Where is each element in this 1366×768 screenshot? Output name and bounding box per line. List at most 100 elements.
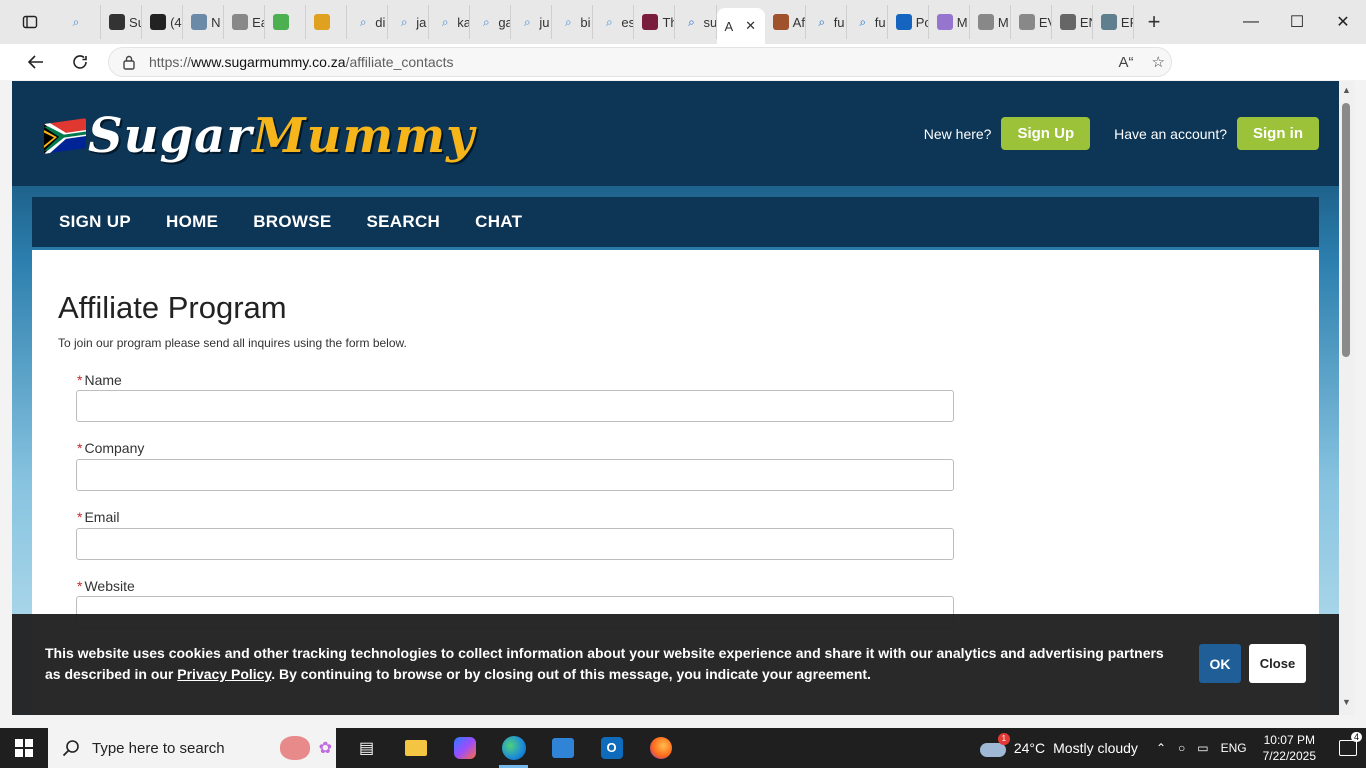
nav-signup[interactable]: SIGN UP	[59, 212, 131, 232]
browser-tab[interactable]: ⌕ ju	[511, 5, 553, 39]
browser-tab[interactable]: N	[183, 5, 225, 39]
browser-tab[interactable]: ⌕ ka	[429, 5, 471, 39]
cookie-text-after: . By continuing to browse or by closing …	[271, 666, 871, 682]
browser-tab[interactable]: (4	[142, 5, 184, 39]
logo-text-mummy: Mummy	[252, 108, 476, 164]
nav-browse[interactable]: BROWSE	[253, 212, 331, 232]
windows-taskbar: Type here to search ✿ ▤ O 1 24°C Mostly …	[0, 728, 1366, 768]
cookie-message: This website uses cookies and other trac…	[45, 643, 1175, 685]
browser-tab[interactable]: Po	[888, 5, 929, 39]
browser-tab[interactable]: EN	[1052, 5, 1093, 39]
tab-label: Po	[915, 14, 928, 30]
browser-tab[interactable]: EF	[1093, 5, 1134, 39]
openai-icon	[109, 14, 126, 30]
clock-time: 10:07 PM	[1263, 733, 1315, 747]
scroll-down-icon[interactable]: ▼	[1339, 697, 1354, 711]
privacy-policy-link[interactable]: Privacy Policy	[177, 666, 271, 682]
tab-label: Su	[129, 14, 141, 30]
browser-tab[interactable]: M	[929, 5, 970, 39]
cookie-ok-button[interactable]: OK	[1199, 644, 1241, 683]
browser-tab[interactable]: ⌕ di	[347, 5, 389, 39]
search-icon: ⌕	[565, 14, 572, 29]
battery-icon[interactable]: ▭	[1197, 741, 1208, 755]
tab-label: Th	[662, 14, 674, 30]
lock-icon[interactable]	[109, 54, 149, 70]
cookie-banner: This website uses cookies and other trac…	[12, 614, 1339, 715]
maximize-button[interactable]: ☐	[1274, 0, 1320, 44]
required-mark: *	[77, 372, 83, 388]
browser-tab[interactable]	[265, 5, 307, 39]
header-signup-button[interactable]: Sign Up	[1001, 117, 1091, 150]
scroll-up-icon[interactable]: ▲	[1339, 85, 1354, 99]
tab-label: M	[997, 14, 1009, 30]
plus-icon: +	[1147, 9, 1161, 34]
nav-search[interactable]: SEARCH	[367, 212, 441, 232]
browser-tab[interactable]: A ✕	[716, 8, 765, 44]
task-view-button[interactable]: ▤	[342, 728, 391, 768]
email-input[interactable]	[76, 528, 954, 560]
url-host: www.sugarmummy.co.za	[191, 54, 346, 70]
clock-date: 7/22/2025	[1262, 749, 1316, 763]
site-logo[interactable]: SugarMummy	[44, 101, 475, 171]
weather-badge: 1	[997, 733, 1010, 745]
name-input[interactable]	[76, 390, 954, 422]
nav-chat[interactable]: CHAT	[475, 212, 522, 232]
browser-tab[interactable]: ⌕ bi	[552, 5, 594, 39]
browser-tab[interactable]: EV	[1011, 5, 1052, 39]
tab-actions-button[interactable]	[0, 0, 60, 44]
browser-tab[interactable]: ⌕ fu	[847, 5, 888, 39]
chevron-up-icon[interactable]: ⌃	[1156, 741, 1166, 755]
browser-tab[interactable]: ⌕ fu	[806, 5, 847, 39]
tab-label: EN	[1079, 14, 1092, 30]
company-input[interactable]	[76, 459, 954, 491]
browser-tab[interactable]: ⌕ es	[593, 5, 635, 39]
notification-button[interactable]: 4	[1330, 732, 1366, 756]
firefox-taskbar-button[interactable]	[636, 728, 685, 768]
url-bar[interactable]: https://www.sugarmummy.co.za/affiliate_c…	[108, 47, 1172, 77]
cookie-close-button[interactable]: Close	[1249, 644, 1306, 683]
browser-tab[interactable]: ⌕	[60, 5, 102, 39]
browser-tab[interactable]: Ea	[224, 5, 266, 39]
taskbar-search[interactable]: Type here to search ✿	[48, 728, 336, 768]
tab-actions-icon	[22, 15, 38, 29]
search-icon: ⌕	[818, 14, 826, 29]
browser-tab[interactable]: ⌕ ja	[388, 5, 430, 39]
store-taskbar-button[interactable]	[538, 728, 587, 768]
url-text[interactable]: https://www.sugarmummy.co.za/affiliate_c…	[149, 54, 454, 70]
favorite-star-icon[interactable]: ☆	[1152, 53, 1165, 71]
language-indicator[interactable]: ENG	[1221, 741, 1247, 755]
back-button[interactable]	[14, 44, 58, 80]
network-icon[interactable]: ○	[1178, 741, 1185, 755]
edge-taskbar-button[interactable]	[489, 728, 538, 768]
close-tab-icon[interactable]: ✕	[745, 18, 756, 34]
start-button[interactable]	[0, 739, 48, 757]
scrollbar-thumb[interactable]	[1342, 103, 1350, 357]
url-prefix: https://	[149, 54, 192, 70]
windows-logo-icon	[15, 739, 33, 757]
read-aloud-icon[interactable]: A“	[1119, 54, 1134, 71]
required-mark: *	[77, 509, 83, 525]
page-scrollbar[interactable]: ▲ ▼	[1339, 81, 1354, 715]
close-window-button[interactable]: ✕	[1320, 0, 1366, 44]
browser-tab[interactable]: Su	[101, 5, 143, 39]
tab-label: Ea	[252, 14, 264, 30]
search-icon: ⌕	[482, 14, 490, 29]
tab-label: bi	[580, 14, 591, 30]
minimize-button[interactable]: —	[1228, 0, 1274, 44]
search-icon: ⌕	[859, 14, 867, 29]
outlook-taskbar-button[interactable]: O	[587, 728, 636, 768]
browser-tab[interactable]	[306, 5, 348, 39]
refresh-button[interactable]	[58, 44, 102, 80]
browser-tab[interactable]: Th	[634, 5, 676, 39]
browser-tab[interactable]: ⌕ su	[675, 5, 717, 39]
copilot-taskbar-button[interactable]	[440, 728, 489, 768]
clock[interactable]: 10:07 PM 7/22/2025	[1263, 732, 1316, 764]
browser-tab[interactable]: Af	[765, 5, 806, 39]
weather-widget[interactable]: 1 24°C Mostly cloudy	[979, 733, 1138, 757]
browser-tab[interactable]: ⌕ ga	[470, 5, 512, 39]
new-tab-button[interactable]: +	[1134, 9, 1174, 35]
browser-tab[interactable]: M	[970, 5, 1011, 39]
header-signin-button[interactable]: Sign in	[1237, 117, 1319, 150]
file-explorer-button[interactable]	[391, 728, 440, 768]
nav-home[interactable]: HOME	[166, 212, 218, 232]
